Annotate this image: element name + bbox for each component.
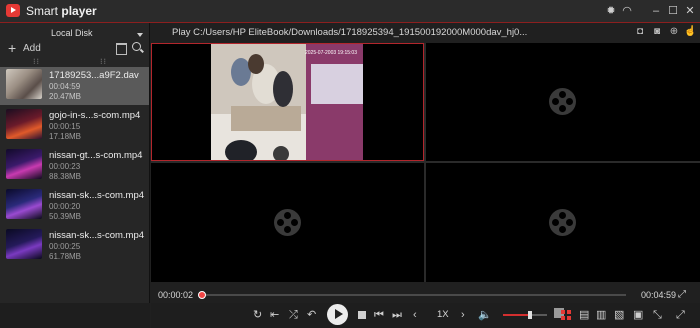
previous-frame-icon[interactable]: ⏮: [374, 308, 384, 322]
film-reel-icon: [549, 88, 576, 115]
file-duration: 00:00:23: [49, 162, 81, 171]
grip-icon: ⁝⁝: [100, 57, 108, 66]
video-frame: 2025-07-2003 19:15:03: [211, 44, 363, 160]
file-name: nissan-sk...s-com.mp4: [49, 190, 145, 201]
location-label: Local Disk: [51, 28, 93, 38]
video-pane-3[interactable]: [151, 163, 424, 282]
grip-icon: ⁝⁝: [33, 57, 41, 66]
seek-slider[interactable]: [197, 291, 626, 299]
file-sidebar: Local Disk + Add ⁝⁝ ⁝⁝ 17189253...a9F2.d…: [0, 23, 150, 328]
video-pane-2[interactable]: [426, 43, 700, 161]
file-duration: 00:04:59: [49, 82, 81, 91]
list-item[interactable]: gojo-in-s...s-com.mp4 00:00:15 17.18MB: [0, 107, 149, 145]
fullscreen-icon[interactable]: ⤢: [676, 308, 685, 322]
file-list: 17189253...a9F2.dav 00:04:59 20.47MB goj…: [0, 67, 149, 267]
stop-button[interactable]: [358, 311, 366, 319]
video-pane-4[interactable]: [426, 163, 700, 282]
thumbnail: [6, 229, 42, 259]
video-pane-1[interactable]: 2025-07-2003 19:15:03: [151, 43, 424, 161]
list-item[interactable]: 17189253...a9F2.dav 00:04:59 20.47MB: [0, 67, 149, 105]
volume-level: [503, 314, 531, 316]
play-button[interactable]: [327, 304, 348, 325]
thumbnail: [6, 109, 42, 139]
loop-icon[interactable]: ↻: [253, 308, 262, 322]
slower-icon[interactable]: ‹: [413, 308, 417, 322]
speed-label: 1X: [437, 309, 449, 320]
zoom-out-icon[interactable]: ▣: [633, 308, 643, 322]
thumbnail: [6, 189, 42, 219]
playback-controls: ↻ ⇤ ⤮ ↶ ⏮ ⏭ ‹ 1X › 🔈 ▤ ▥ ▧ ▣ ⤡ ⤢: [151, 303, 700, 328]
layout-icon[interactable]: ▤: [579, 308, 589, 322]
file-path: Play C:/Users/HP EliteBook/Downloads/171…: [172, 27, 528, 38]
chevron-down-icon: [137, 33, 143, 37]
file-name: 17189253...a9F2.dav: [49, 70, 139, 81]
close-icon[interactable]: ✕: [683, 4, 697, 18]
app-logo-icon: [6, 4, 20, 17]
file-size: 50.39MB: [49, 212, 82, 221]
file-size: 17.18MB: [49, 132, 82, 141]
headset-icon[interactable]: ◠: [620, 4, 634, 18]
video-timestamp: 2025-07-2003 19:15:03: [305, 50, 357, 56]
location-selector[interactable]: Local Disk: [0, 25, 149, 41]
timeline-bar: 00:00:02 00:04:59 ⤢: [151, 283, 700, 303]
file-duration: 00:00:20: [49, 202, 81, 211]
current-time: 00:00:02: [158, 290, 194, 300]
minimize-icon[interactable]: –: [649, 4, 663, 18]
file-size: 88.38MB: [49, 172, 82, 181]
film-reel-icon: [549, 209, 576, 236]
volume-icon[interactable]: 🔈: [478, 308, 492, 322]
cctv-frame-image: [211, 44, 363, 160]
layout-grid-icon[interactable]: ▥: [596, 308, 606, 322]
list-item[interactable]: nissan-gt...s-com.mp4 00:00:23 88.38MB: [0, 147, 149, 185]
file-name: gojo-in-s...s-com.mp4: [49, 110, 141, 121]
trash-icon[interactable]: [116, 43, 127, 55]
split-screen-icon[interactable]: [561, 310, 572, 321]
thumbnail: [6, 69, 42, 99]
search-icon[interactable]: [132, 42, 141, 51]
zoom-icon[interactable]: ⊕: [668, 26, 680, 38]
plus-icon[interactable]: +: [8, 40, 16, 56]
shuffle-icon[interactable]: ⤮: [289, 308, 298, 322]
settings-icon[interactable]: ▧: [614, 308, 624, 322]
back-icon[interactable]: ↶: [307, 308, 316, 322]
path-bar: Play C:/Users/HP EliteBook/Downloads/171…: [151, 23, 700, 42]
sidebar-toolbar: + Add: [0, 40, 149, 56]
file-size: 20.47MB: [49, 92, 82, 101]
file-duration: 00:00:15: [49, 122, 81, 131]
add-button[interactable]: Add: [23, 43, 41, 54]
list-item[interactable]: nissan-sk...s-com.mp4 00:00:20 50.39MB: [0, 187, 149, 225]
total-time: 00:04:59: [641, 290, 677, 300]
list-item[interactable]: nissan-sk...s-com.mp4 00:00:25 61.78MB: [0, 227, 149, 265]
file-duration: 00:00:25: [49, 242, 81, 251]
volume-handle[interactable]: [528, 311, 533, 319]
volume-slider[interactable]: [503, 311, 547, 319]
pointer-icon[interactable]: ☝: [684, 26, 696, 38]
sidebar-bottom-bar: ▦ ▬: [0, 303, 187, 328]
smart-player-window: Smart player ✹ ◠ – ☐ ✕ Local Disk + Add …: [0, 0, 700, 328]
video-grid: 2025-07-2003 19:15:03: [151, 43, 700, 282]
film-reel-icon: [274, 209, 301, 236]
expand-icon[interactable]: ⤡: [653, 308, 662, 322]
fullscreen-icon[interactable]: ⤢: [678, 289, 686, 300]
camera-icon[interactable]: ◘: [634, 26, 646, 38]
maximize-icon[interactable]: ☐: [666, 4, 680, 18]
faster-icon[interactable]: ›: [461, 308, 465, 322]
file-size: 61.78MB: [49, 252, 82, 261]
app-title: Smart player: [26, 4, 97, 18]
title-bar: Smart player ✹ ◠ – ☐ ✕: [0, 0, 700, 23]
thumbnail: [6, 149, 42, 179]
record-icon[interactable]: ◙: [651, 26, 663, 38]
seek-handle[interactable]: [197, 291, 206, 299]
frame-step-icon[interactable]: ⇤: [270, 308, 279, 322]
next-frame-icon[interactable]: ⏭: [392, 308, 402, 322]
gear-icon[interactable]: ✹: [604, 4, 618, 18]
file-name: nissan-sk...s-com.mp4: [49, 230, 145, 241]
file-name: nissan-gt...s-com.mp4: [49, 150, 143, 161]
